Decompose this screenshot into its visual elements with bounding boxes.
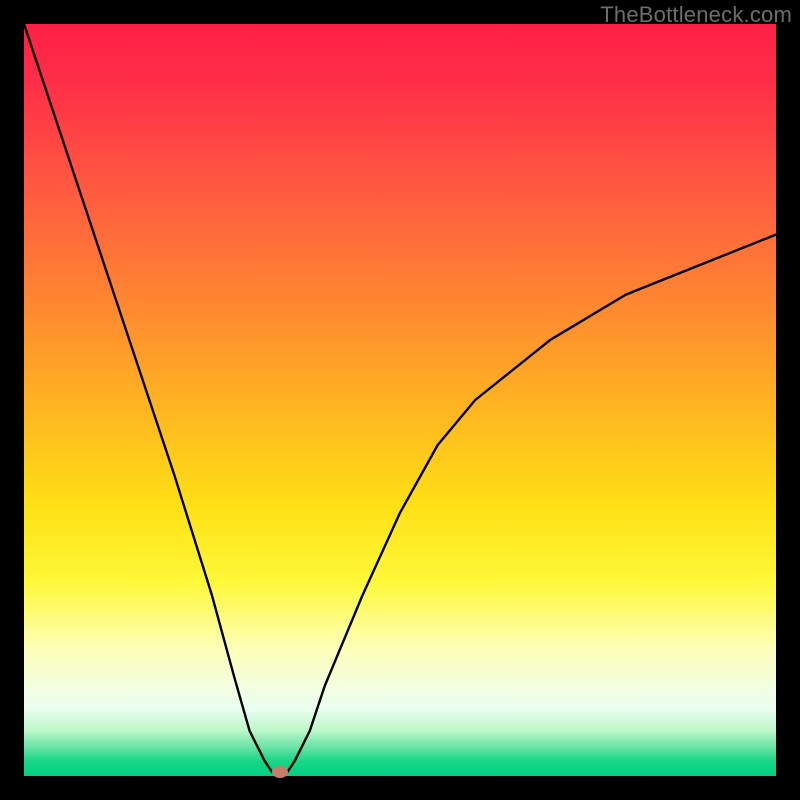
minimum-marker xyxy=(272,766,288,778)
curve-path xyxy=(24,24,776,776)
chart-frame xyxy=(24,24,776,776)
bottleneck-curve xyxy=(24,24,776,776)
